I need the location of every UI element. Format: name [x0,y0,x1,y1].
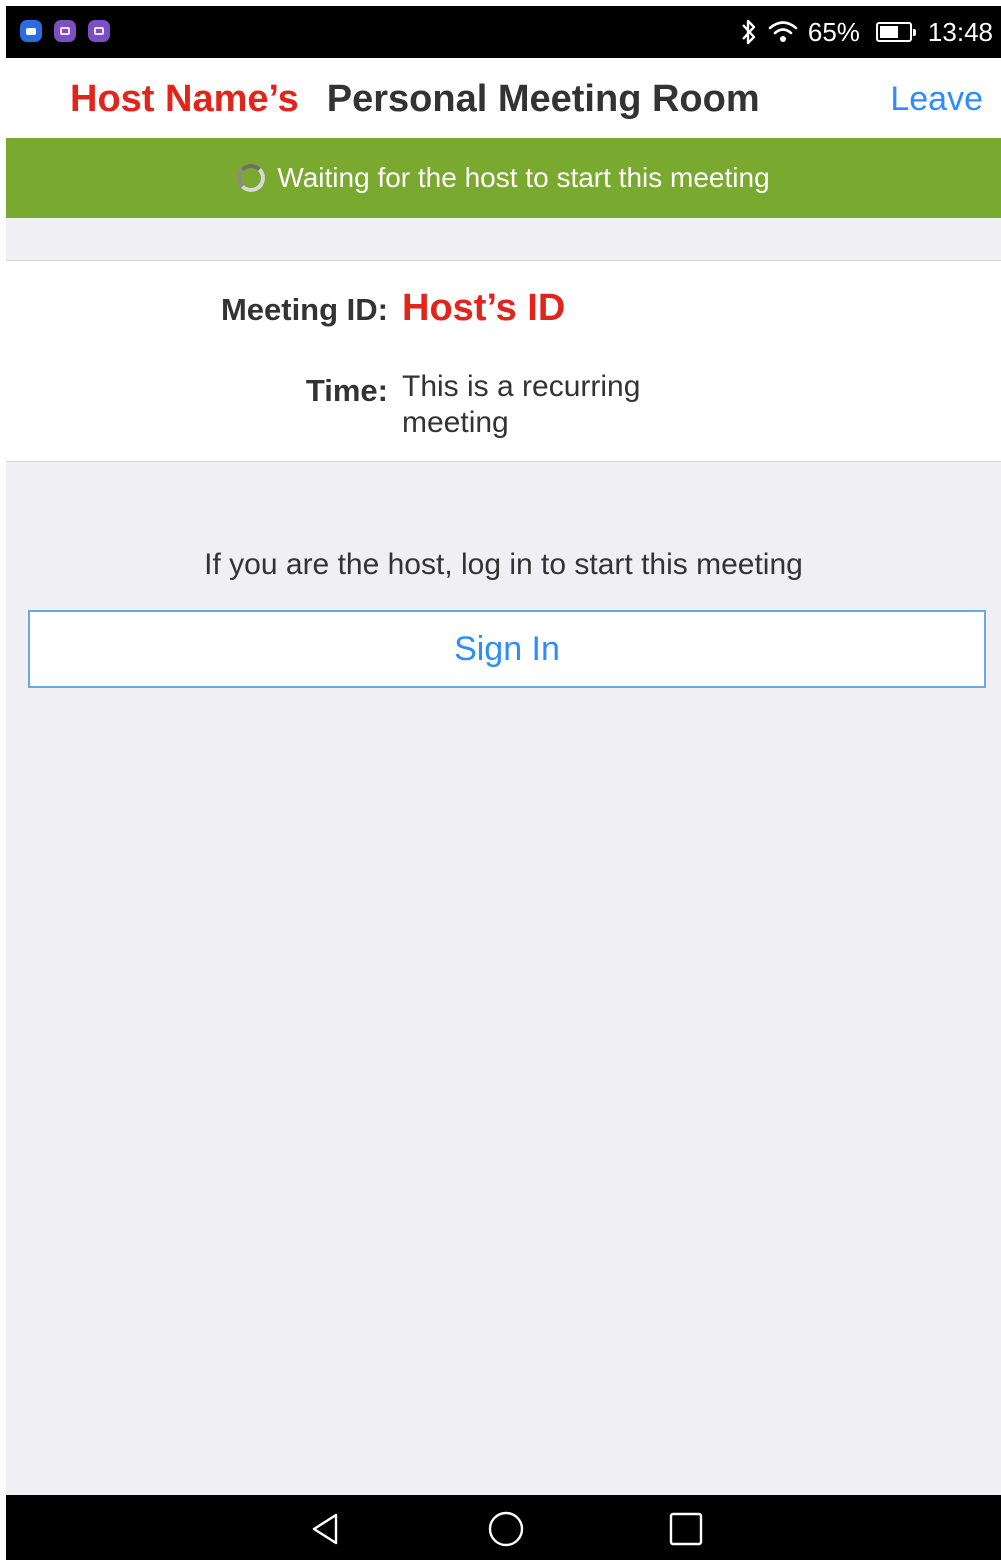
meeting-id-value: Host’s ID [402,287,566,329]
bluetooth-icon [740,18,758,46]
zoom-notification-icon [20,20,42,42]
status-bar: 65% 13:48 [6,6,1001,58]
navigation-bar [6,1495,1001,1560]
screenshot-notification-icon [88,20,110,42]
status-indicators: 65% 13:48 [740,14,993,50]
notification-icons [20,20,110,42]
battery-percent: 65% [807,16,860,47]
meeting-id-row: Meeting ID: Host’s ID [6,287,1001,330]
battery-fill [879,26,899,38]
room-title: Personal Meeting Room [326,78,760,120]
meeting-time-value: This is a recurring meeting [402,370,641,439]
title-bar: Host Name’s Personal Meeting Room Leave [6,58,1001,138]
meeting-time-row: Time: This is a recurring meeting [6,369,1001,441]
recent-apps-icon[interactable] [666,1509,706,1549]
gallery-notification-icon [54,20,76,42]
home-icon[interactable] [486,1509,526,1549]
device-frame: 65% 13:48 Host Name’s Personal Meeting Ro… [0,0,1001,1560]
back-icon[interactable] [306,1509,346,1549]
host-name: Host Name’s [70,78,299,120]
meeting-info: Meeting ID: Host’s ID Time: This is a re… [6,260,1001,462]
sign-in-button[interactable]: Sign In [28,610,986,688]
waiting-banner: Waiting for the host to start this meeti… [6,138,1001,218]
host-prompt: If you are the host, log in to start thi… [204,548,803,581]
meeting-time-label: Time: [305,373,388,408]
waiting-message: Waiting for the host to start this meeti… [277,162,770,193]
spinner-icon [237,164,266,192]
page-title: Host Name’s Personal Meeting Room [70,78,760,121]
meeting-id-label: Meeting ID: [220,292,388,327]
app-screen: 65% 13:48 Host Name’s Personal Meeting Ro… [6,6,1001,1560]
battery-icon [875,22,916,42]
clock: 13:48 [927,16,993,47]
leave-button[interactable]: Leave [890,80,983,119]
wifi-icon [768,20,798,44]
